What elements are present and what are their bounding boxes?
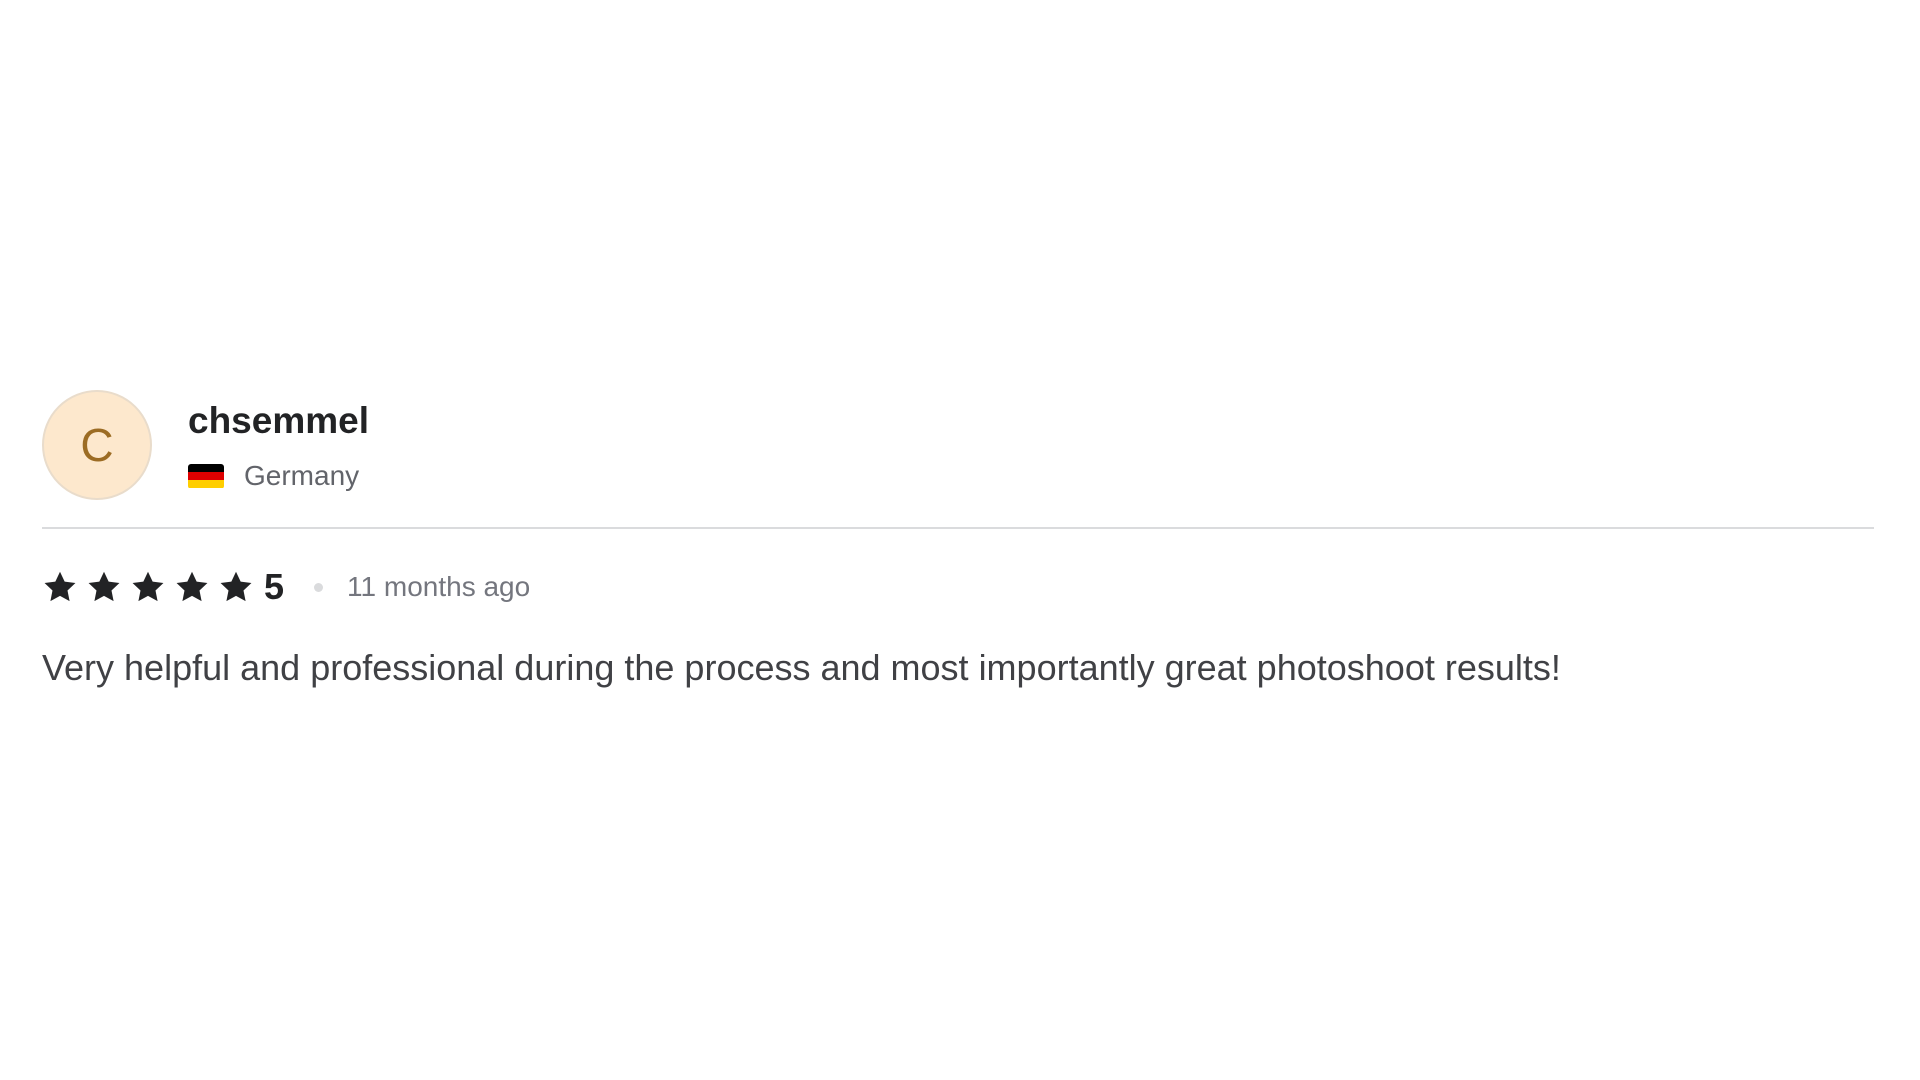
country-name: Germany [244,460,360,491]
star-icon [44,571,76,602]
star-icon [132,571,164,602]
star-icon [220,571,252,602]
star-rating [42,569,262,605]
star-icon [88,571,120,602]
rating-row: 5 11 months ago [42,567,1874,607]
reviewer-country: Germany [188,461,369,491]
star-icon [176,571,208,602]
review-text: Very helpful and professional during the… [42,647,1561,688]
review-card: C chsemmel Germany 5 11 months ago Very … [42,390,1874,691]
rating-value: 5 [264,566,285,607]
divider [42,527,1874,529]
avatar[interactable]: C [42,390,152,500]
germany-flag-icon [188,463,224,489]
reviewer-name[interactable]: chsemmel [188,399,369,443]
reviewer-header: C chsemmel Germany [42,390,1874,500]
reviewer-info: chsemmel Germany [188,399,369,491]
review-time: 11 months ago [347,571,531,602]
separator-dot [314,582,324,592]
avatar-initial: C [80,419,114,471]
